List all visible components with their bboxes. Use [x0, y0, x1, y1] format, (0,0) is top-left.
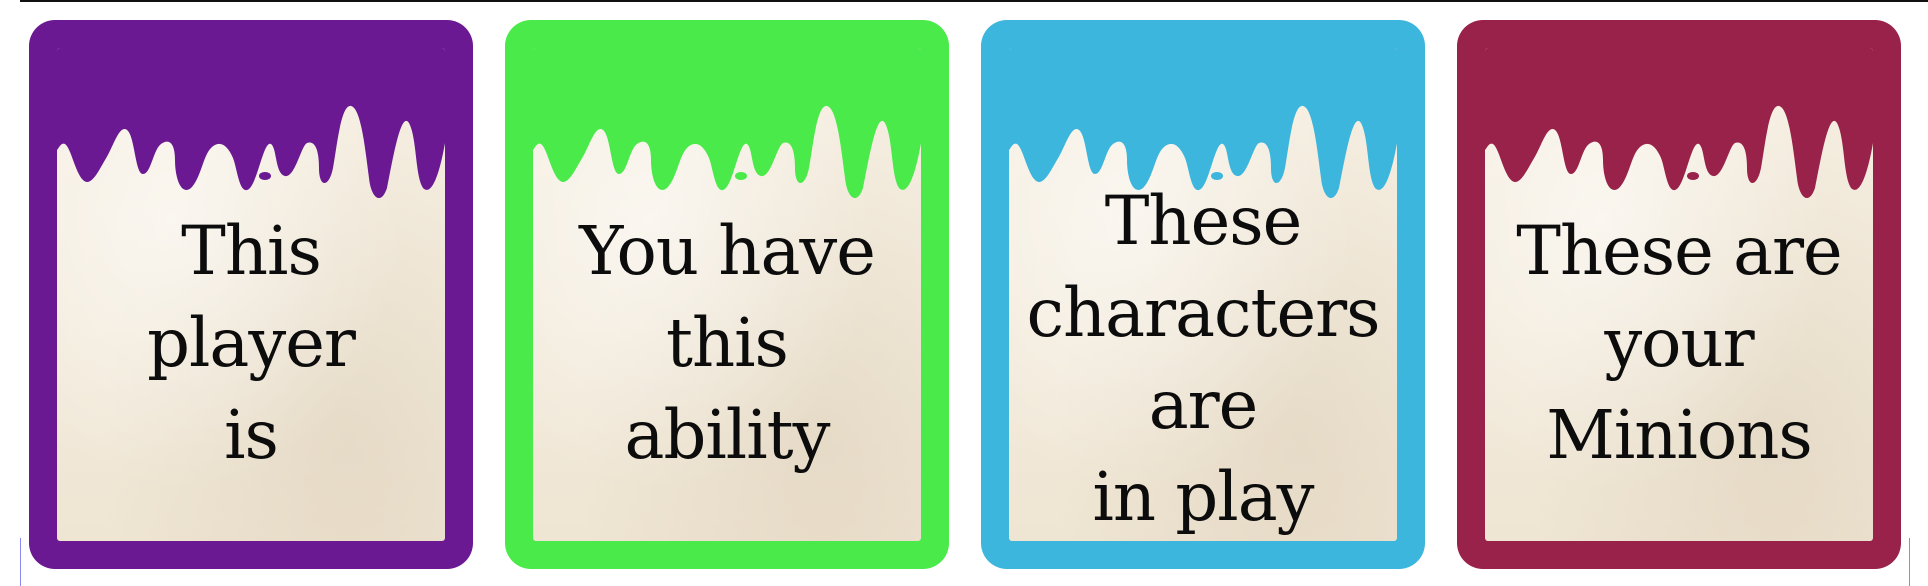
- info-card-you-have-this-ability[interactable]: You have this ability: [505, 20, 949, 569]
- card-text-line: This: [181, 212, 322, 290]
- card-text-line: characters: [1026, 274, 1380, 352]
- reminder-cards-page: This player is You have this ability The: [0, 0, 1928, 586]
- card-text-line: your: [1604, 304, 1754, 382]
- card-text: These are your Minions: [1457, 205, 1901, 481]
- top-divider: [20, 0, 1928, 2]
- paint-drip-graphic: [57, 48, 445, 198]
- card-text-line: in play: [1092, 458, 1315, 536]
- card-text-line: These are: [1516, 212, 1842, 290]
- card-text-line: You have: [579, 212, 876, 290]
- info-card-these-are-your-minions[interactable]: These are your Minions: [1457, 20, 1901, 569]
- card-text-line: this: [666, 304, 789, 382]
- paint-drip-graphic: [1485, 48, 1873, 198]
- card-text-line: are: [1148, 366, 1259, 444]
- card-text: This player is: [29, 205, 473, 481]
- card-text-line: ability: [624, 396, 831, 474]
- card-text: These characters are in play: [981, 175, 1425, 543]
- info-card-these-characters-are-in-play[interactable]: These characters are in play: [981, 20, 1425, 569]
- left-margin-marker: [20, 538, 21, 586]
- paint-drip-graphic: [533, 48, 921, 198]
- card-text-line: These: [1104, 182, 1303, 260]
- card-text-line: player: [147, 304, 356, 382]
- card-text: You have this ability: [505, 205, 949, 481]
- info-card-this-player-is[interactable]: This player is: [29, 20, 473, 569]
- right-margin-marker: [1909, 538, 1910, 586]
- card-text-line: Minions: [1546, 396, 1812, 474]
- card-text-line: is: [224, 396, 279, 474]
